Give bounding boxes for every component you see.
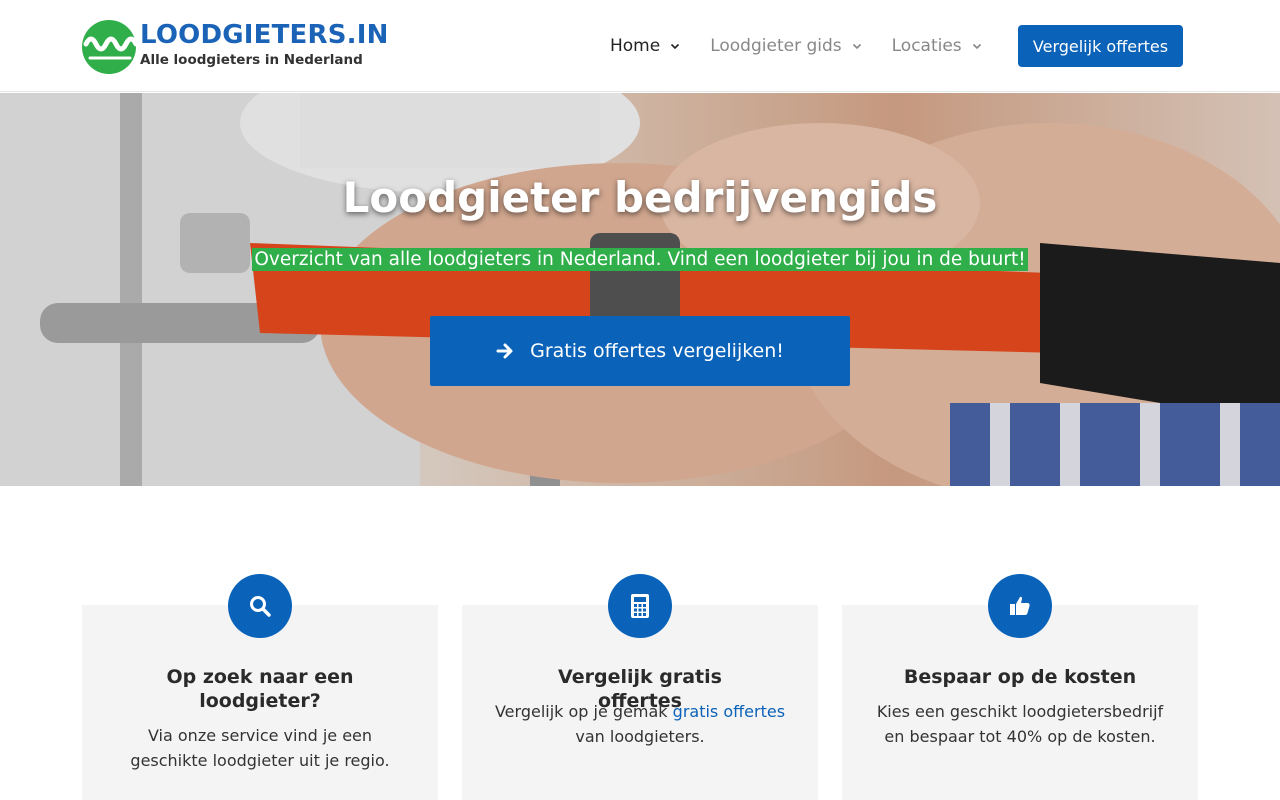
chevron-down-icon [852,43,861,50]
free-quotes-link[interactable]: gratis offertes [673,702,785,721]
logo-subtitle: Alle loodgieters in Nederland [140,52,363,68]
nav-item-label: Loodgieter gids [710,36,842,56]
nav-item-locaties[interactable]: Locaties [892,36,982,56]
calculator-icon [608,574,672,638]
feature-text: Via onze service vind je een geschikte l… [130,726,390,770]
nav-item-home[interactable]: Home [610,36,680,56]
chevron-down-icon [671,43,680,50]
chevron-down-icon [972,43,981,50]
logo-title: LOODGIETERS.IN [140,20,389,50]
hero-title: Loodgieter bedrijvengids [342,173,938,222]
free-quotes-button[interactable]: Gratis offertes vergelijken! [430,316,850,386]
hero-background-image [0,93,1280,486]
free-quotes-button-label: Gratis offertes vergelijken! [530,340,784,362]
feature-title: Op zoek naar een loodgieter? [166,666,354,712]
hero-banner: Loodgieter bedrijvengids Overzicht van a… [0,93,1280,486]
site-logo[interactable]: LOODGIETERS.IN Alle loodgieters in Neder… [82,18,388,74]
search-icon [228,574,292,638]
main-nav: Home Loodgieter gids Locaties [610,0,1012,92]
feature-text: Kies een geschikt loodgietersbedrijf en … [876,702,1164,746]
pipe-icon [83,36,139,60]
feature-text: Vergelijk op je gemak gratis offertes van… [462,699,818,749]
site-header: LOODGIETERS.IN Alle loodgieters in Neder… [0,0,1280,92]
hero-subtitle-wrap: Overzicht van alle loodgieters in Nederl… [0,248,1280,271]
nav-item-label: Home [610,36,661,56]
arrow-right-icon [496,343,513,359]
nav-item-loodgieter-gids[interactable]: Loodgieter gids [710,36,861,56]
thumbs-up-icon [988,574,1052,638]
nav-item-label: Locaties [891,36,962,56]
feature-text-part: Vergelijk op je gemak [494,702,673,721]
compare-quotes-button[interactable]: Vergelijk offertes [1018,25,1183,67]
feature-title: Bespaar op de kosten [903,666,1137,688]
hero-subtitle: Overzicht van alle loodgieters in Nederl… [252,248,1028,271]
feature-text-part: van loodgieters. [575,727,705,746]
